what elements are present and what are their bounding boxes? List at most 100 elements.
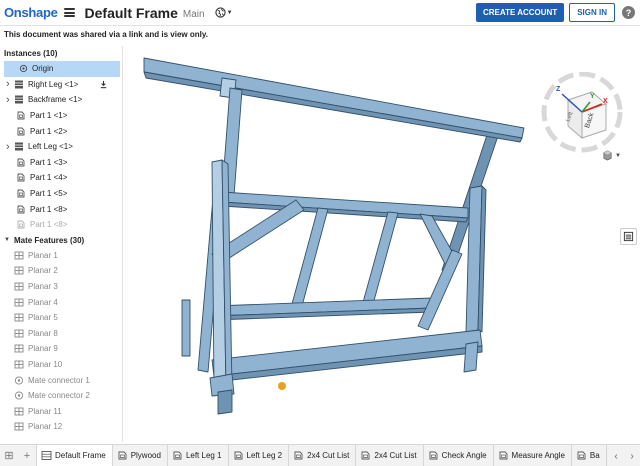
chevron-right-icon[interactable]: › <box>6 78 14 90</box>
chevron-right-icon[interactable]: › <box>6 94 14 106</box>
chevron-down-icon: ▼ <box>226 9 233 16</box>
mate-feature-item[interactable]: Mate connector 2 <box>0 388 122 404</box>
configuration-panel-button[interactable] <box>620 228 637 245</box>
item-label: Part 1 <1> <box>30 111 68 121</box>
cube-icon <box>603 150 612 161</box>
onshape-logo[interactable]: Onshape <box>4 5 58 20</box>
instance-item[interactable]: › Right Leg <1> <box>0 77 122 93</box>
part-icon <box>16 189 26 198</box>
axis-x-label: X <box>603 98 608 105</box>
top-rail[interactable] <box>143 57 525 139</box>
tab-label: Check Angle <box>441 451 487 460</box>
item-label: Mate connector 2 <box>28 391 90 401</box>
item-label: Planar 3 <box>28 282 58 292</box>
tab-scroll-right-icon[interactable]: › <box>626 445 638 466</box>
mate-feature-item[interactable]: Planar 10 <box>0 357 122 373</box>
feature-tree-panel: Instances (10) Origin › Right Leg <1> › Back… <box>0 46 123 442</box>
mate-feature-item[interactable]: Planar 8 <box>0 326 122 342</box>
tab-check-angle[interactable]: Check Angle <box>423 445 494 466</box>
chevron-right-icon[interactable]: › <box>6 141 14 153</box>
origin-icon <box>18 64 28 73</box>
item-label: Right Leg <1> <box>28 79 79 89</box>
tab-left-leg-1[interactable]: Left Leg 1 <box>167 445 229 466</box>
tab-2x4-cut-list[interactable]: 2x4 Cut List <box>356 445 424 466</box>
render-mode-dropdown[interactable]: ▼ <box>602 150 621 161</box>
item-label: Part 1 <5> <box>30 189 68 199</box>
mate-feature-item[interactable]: Planar 11 <box>0 403 122 419</box>
mate-feature-item[interactable]: Planar 3 <box>0 279 122 295</box>
rear-post[interactable] <box>181 299 191 357</box>
instances-header[interactable]: Instances (10) <box>0 46 122 61</box>
mate-feature-item[interactable]: Planar 5 <box>0 310 122 326</box>
part-icon <box>16 220 26 229</box>
tab-left-leg-2[interactable]: Left Leg 2 <box>228 445 290 466</box>
tab-manager-icon[interactable]: ⊞ <box>0 445 18 466</box>
axis-y-label: Y <box>590 93 595 100</box>
instance-item[interactable]: Part 1 <4> <box>0 170 122 186</box>
left-foot-2[interactable] <box>217 389 233 415</box>
instance-item[interactable]: Part 1 <8> <box>0 217 122 233</box>
tab-label: 2x4 Cut List <box>374 451 417 460</box>
tab-bar: ⊞ + Default Frame Plywood Left Leg 1 Left L… <box>0 444 640 466</box>
origin-point[interactable] <box>278 382 286 390</box>
planar-mate-icon <box>14 344 24 353</box>
tab-2x4-cut-list[interactable]: 2x4 Cut List <box>289 445 357 466</box>
item-label: Part 1 <8> <box>30 220 68 230</box>
create-account-button[interactable]: CREATE ACCOUNT <box>476 3 565 22</box>
top-bar: Onshape Default Frame Main ▼ CREATE ACCO… <box>0 0 640 26</box>
instance-item[interactable]: Part 1 <5> <box>0 186 122 202</box>
item-label: Part 1 <8> <box>30 204 68 214</box>
top-rail-face[interactable] <box>143 71 523 143</box>
mate-feature-item[interactable]: Planar 1 <box>0 248 122 264</box>
instances-list: Origin › Right Leg <1> › Backframe <1> Part 1… <box>0 61 122 233</box>
menu-icon[interactable] <box>63 8 75 17</box>
right-foot[interactable] <box>463 341 479 373</box>
slat-2[interactable] <box>361 211 399 309</box>
right-lower-diagonal[interactable] <box>417 249 463 331</box>
slat-1[interactable] <box>291 207 329 307</box>
mate-feature-item[interactable]: Planar 12 <box>0 419 122 435</box>
part-studio-icon <box>117 451 128 460</box>
download-icon[interactable] <box>99 80 108 91</box>
part-studio-icon <box>498 451 509 460</box>
view-only-notice: This document was shared via a link and … <box>4 30 208 39</box>
globe-icon[interactable]: ▼ <box>214 7 233 18</box>
tab-scroll-left-icon[interactable]: ‹ <box>610 445 622 466</box>
sign-in-button[interactable]: SIGN IN <box>569 3 615 22</box>
item-label: Planar 11 <box>28 406 62 416</box>
item-label: Planar 8 <box>28 328 58 338</box>
mate-feature-item[interactable]: Planar 9 <box>0 341 122 357</box>
tab-measure-angle[interactable]: Measure Angle <box>493 445 572 466</box>
planar-mate-icon <box>14 422 24 431</box>
instance-item[interactable]: Part 1 <8> <box>0 201 122 217</box>
item-label: Planar 9 <box>28 344 58 354</box>
axis-z-label: Z <box>556 86 561 93</box>
item-label: Part 1 <2> <box>30 126 68 136</box>
instance-item[interactable]: Part 1 <1> <box>0 108 122 124</box>
tab-plywood[interactable]: Plywood <box>112 445 168 466</box>
mate-features-list: Planar 1 Planar 2 Planar 3 Planar 4 Planar 5… <box>0 248 122 435</box>
add-tab-icon[interactable]: + <box>18 445 36 466</box>
view-cube[interactable]: Z X Y Left Back <box>532 71 632 162</box>
instance-item[interactable]: › Left Leg <1> <box>0 139 122 155</box>
part-studio-icon <box>233 451 244 460</box>
planar-mate-icon <box>14 298 24 307</box>
item-label: Planar 5 <box>28 313 58 323</box>
instance-item[interactable]: Part 1 <3> <box>0 155 122 171</box>
tab-label: Left Leg 2 <box>246 451 283 460</box>
planar-mate-icon <box>14 360 24 369</box>
help-icon[interactable]: ? <box>622 6 635 19</box>
planar-mate-icon <box>14 266 24 275</box>
mate-feature-item[interactable]: Mate connector 1 <box>0 372 122 388</box>
mate-feature-item[interactable]: Planar 4 <box>0 294 122 310</box>
tab-ba[interactable]: Ba <box>571 445 607 466</box>
tab-label: Default Frame <box>55 451 106 460</box>
tab-default-frame[interactable]: Default Frame <box>36 445 113 466</box>
instance-item[interactable]: Part 1 <2> <box>0 123 122 139</box>
instance-item[interactable]: › Backframe <1> <box>0 92 122 108</box>
instance-item[interactable]: Origin <box>4 61 120 77</box>
item-label: Part 1 <4> <box>30 173 68 183</box>
mate-feature-item[interactable]: Planar 2 <box>0 263 122 279</box>
mate-features-header[interactable]: ▼ Mate Features (30) <box>0 233 122 248</box>
chevron-down-icon[interactable]: ▼ <box>4 237 10 243</box>
